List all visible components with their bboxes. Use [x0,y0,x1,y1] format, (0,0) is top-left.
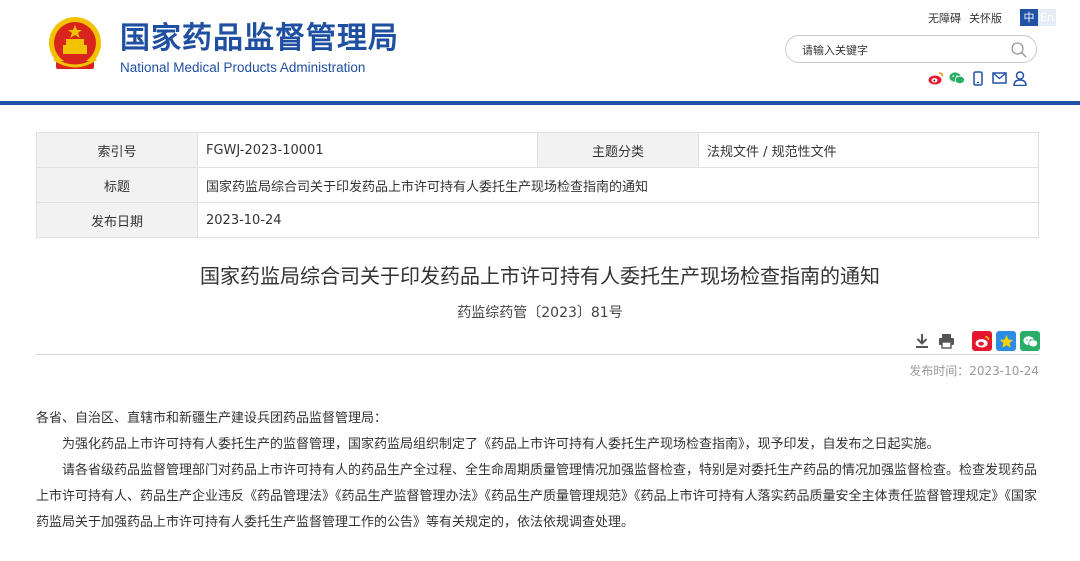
title-value: 国家药监局综合司关于印发药品上市许可持有人委托生产现场检查指南的通知 [197,167,1039,203]
weibo-share-icon[interactable] [972,331,992,351]
index-label: 索引号 [36,132,198,168]
document-number: 药监综药管〔2023〕81号 [457,305,623,321]
paragraph: 请各省级药品监督管理部门对药品上市许可持有人的药品生产全过程、全生命周期质量管理… [36,463,1038,530]
site-header: 国家药品监督管理局 National Medical Products Admi… [0,0,1080,103]
wechat-icon[interactable] [949,70,965,86]
accessibility-link[interactable]: 无障碍 [928,10,961,26]
category-label: 主题分类 [537,132,699,168]
user-icon[interactable] [1012,70,1028,86]
print-icon[interactable] [936,331,956,351]
publish-date: 发布时间：2023-10-24 [909,364,1039,378]
language-switch: 中 En [1020,9,1056,26]
category-value: 法规文件 / 规范性文件 [698,132,1039,168]
mobile-icon[interactable] [970,70,986,86]
index-value: FGWJ-2023-10001 [197,132,538,168]
lang-zh-button[interactable]: 中 [1020,9,1038,26]
lang-en-button[interactable]: En [1038,9,1056,26]
table-row: 标题 国家药监局综合司关于印发药品上市许可持有人委托生产现场检查指南的通知 [36,167,1039,203]
title-label: 标题 [36,167,198,203]
paragraph: 为强化药品上市许可持有人委托生产的监督管理，国家药监局组织制定了《药品上市许可持… [62,437,940,452]
header-divider [0,101,1080,105]
salutation: 各省、自治区、直辖市和新疆生产建设兵团药品监督管理局： [36,411,388,426]
search-box [785,35,1037,63]
search-icon[interactable] [1010,41,1028,59]
date-label: 发布日期 [36,202,198,238]
site-name-en[interactable]: National Medical Products Administration [120,60,365,75]
article-title: 国家药监局综合司关于印发药品上市许可持有人委托生产现场检查指南的通知 [200,264,880,288]
download-icon[interactable] [912,331,932,351]
document-meta-table: 索引号 FGWJ-2023-10001 主题分类 法规文件 / 规范性文件 标题… [36,132,1039,238]
article-body: 各省、自治区、直辖市和新疆生产建设兵团药品监督管理局： 为强化药品上市许可持有人… [36,406,1040,536]
table-row: 索引号 FGWJ-2023-10001 主题分类 法规文件 / 规范性文件 [36,132,1039,168]
social-links [928,70,1033,86]
article-tools [912,331,1044,351]
date-value: 2023-10-24 [197,202,1039,238]
care-mode-link[interactable]: 关怀版 [969,10,1002,26]
national-emblem-logo[interactable] [46,15,104,75]
site-name-cn[interactable]: 国家药品监督管理局 [120,20,399,58]
article-divider [36,354,1039,355]
search-input[interactable] [800,40,1004,60]
table-row: 发布日期 2023-10-24 [36,202,1039,238]
qzone-share-icon[interactable] [996,331,1016,351]
weibo-icon[interactable] [928,70,944,86]
wechat-share-icon[interactable] [1020,331,1040,351]
email-icon[interactable] [991,70,1007,86]
top-links: 无障碍 关怀版 中 En [928,9,1056,26]
